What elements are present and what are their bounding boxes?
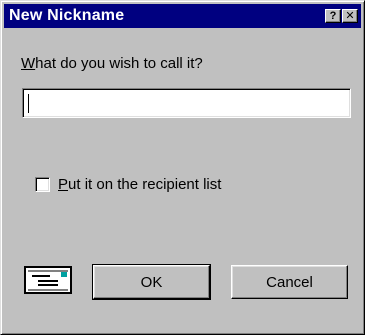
nickname-input[interactable] [22,88,351,118]
envelope-icon [24,266,72,294]
help-icon: ? [329,9,337,22]
recipient-list-checkbox[interactable] [35,177,50,192]
close-icon: ✕ [345,9,355,22]
title-bar[interactable]: New Nickname ? ✕ [4,4,361,28]
recipient-list-label[interactable]: Put it on the recipient list [58,176,221,193]
text-caret [28,94,29,113]
nickname-prompt-label: What do you wish to call it? [21,55,203,72]
ok-button[interactable]: OK [92,264,211,300]
close-button[interactable]: ✕ [342,9,358,23]
cancel-button[interactable]: Cancel [231,265,348,299]
checkbox-text: ut it on the recipient list [68,176,222,193]
window-title: New Nickname [9,7,125,24]
checkbox-accelerator: P [58,176,69,193]
help-button[interactable]: ? [325,9,341,23]
prompt-accelerator: W [21,55,36,72]
prompt-text: hat do you wish to call it? [35,55,203,72]
recipient-list-option[interactable]: Put it on the recipient list [35,176,221,193]
new-nickname-dialog: New Nickname ? ✕ What do you wish to cal… [0,0,365,335]
